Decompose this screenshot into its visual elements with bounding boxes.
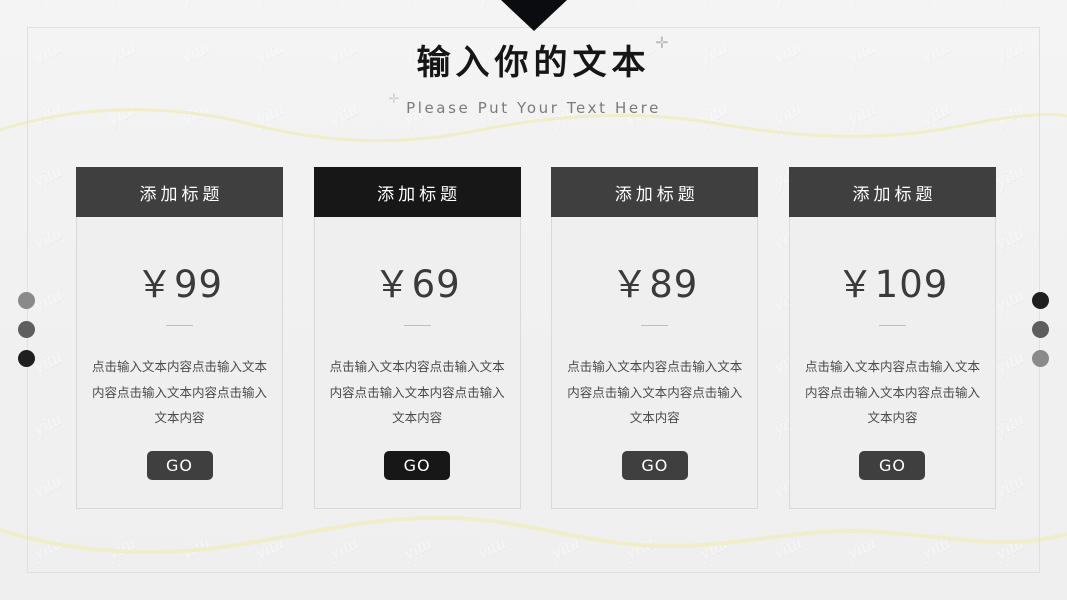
watermark-text: yitu: [327, 0, 362, 7]
watermark-text: yitu: [475, 533, 510, 566]
watermark-text: yitu: [105, 0, 140, 7]
pricing-card: 添加标题 ￥99 点击输入文本内容点击输入文本内容点击输入文本内容点击输入文本内容 G…: [76, 167, 283, 509]
sparkle-icon-top-right: ✛: [655, 33, 669, 52]
heading-block: 输入你的文本 ✛ ✛ Please Put Your Text Here: [0, 33, 1067, 117]
page-title: 输入你的文本 ✛ ✛: [389, 33, 669, 107]
watermark-text: yitu: [993, 347, 1028, 380]
pricing-card-title: 添加标题: [139, 184, 224, 205]
watermark-text: yitu: [919, 0, 954, 7]
watermark-text: yitu: [105, 533, 140, 566]
pricing-card: 添加标题 ￥109 点击输入文本内容点击输入文本内容点击输入文本内容点击输入文本内容…: [788, 167, 996, 509]
watermark-text: yitu: [623, 0, 658, 7]
watermark-text: yitu: [993, 161, 1028, 194]
pricing-card-header: 添加标题: [788, 167, 996, 217]
pricing-card-go-button[interactable]: GO: [859, 450, 926, 480]
watermark-text: yitu: [31, 533, 66, 566]
decoration-dot-right-2: [1032, 321, 1049, 338]
decoration-dot-right-1: [1032, 292, 1049, 309]
pricing-card-header: 添加标题: [313, 167, 521, 217]
watermark-text: yitu: [31, 223, 66, 256]
decoration-dot-right-3: [1032, 350, 1049, 367]
watermark-text: yitu: [993, 595, 1028, 600]
slide-canvas: yitu yitu yitu yitu yitu yitu yitu yitu yitu yitu…: [0, 0, 1067, 600]
watermark-text: yitu: [253, 595, 288, 600]
watermark-text: yitu: [993, 223, 1028, 256]
watermark-text: yitu: [993, 533, 1028, 566]
pricing-card-go-button[interactable]: GO: [621, 450, 688, 480]
pricing-card-description: 点击输入文本内容点击输入文本内容点击输入文本内容点击输入文本内容: [804, 359, 980, 426]
page-title-text: 输入你的文本: [416, 43, 651, 83]
pricing-card-divider: [403, 325, 431, 326]
watermark-text: yitu: [253, 0, 288, 7]
pricing-card-title: 添加标题: [614, 184, 699, 205]
pricing-card-description: 点击输入文本内容点击输入文本内容点击输入文本内容点击输入文本内容: [91, 359, 267, 426]
watermark-text: yitu: [771, 595, 806, 600]
pricing-card-list: 添加标题 ￥99 点击输入文本内容点击输入文本内容点击输入文本内容点击输入文本内容 G…: [76, 167, 996, 509]
sparkle-icon-bottom-left: ✛: [388, 92, 400, 108]
watermark-text: yitu: [549, 595, 584, 600]
pricing-card-price: ￥89: [611, 263, 699, 306]
watermark-text: yitu: [993, 409, 1028, 442]
decoration-dot-left-3: [18, 350, 35, 367]
pricing-card-divider: [878, 325, 906, 326]
pricing-card-go-button[interactable]: GO: [146, 450, 213, 480]
watermark-text: yitu: [31, 347, 66, 380]
pricing-card: 添加标题 ￥69 点击输入文本内容点击输入文本内容点击输入文本内容点击输入文本内容 G…: [313, 167, 521, 509]
pricing-card-header: 添加标题: [551, 167, 759, 217]
watermark-text: yitu: [993, 285, 1028, 318]
watermark-text: yitu: [31, 161, 66, 194]
watermark-text: yitu: [919, 533, 954, 566]
watermark-text: yitu: [549, 533, 584, 566]
watermark-text: yitu: [697, 0, 732, 7]
watermark-text: yitu: [697, 533, 732, 566]
pricing-card-header: 添加标题: [76, 167, 283, 217]
watermark-text: yitu: [31, 0, 66, 7]
side-dots-left: [18, 292, 35, 367]
pricing-card-price: ￥109: [836, 263, 949, 306]
watermark-text: yitu: [31, 471, 66, 504]
pricing-card-divider: [166, 325, 193, 326]
watermark-text: yitu: [31, 595, 66, 600]
watermark-text: yitu: [475, 595, 510, 600]
pricing-card-description: 点击输入文本内容点击输入文本内容点击输入文本内容点击输入文本内容: [567, 359, 743, 426]
pricing-card-price: ￥69: [373, 263, 461, 306]
watermark-text: yitu: [253, 533, 288, 566]
watermark-text: yitu: [845, 0, 880, 7]
watermark-text: yitu: [31, 285, 66, 318]
watermark-text: yitu: [327, 595, 362, 600]
pricing-card-divider: [641, 325, 669, 326]
side-dots-right: [1032, 292, 1049, 367]
watermark-text: yitu: [179, 533, 214, 566]
watermark-text: yitu: [845, 595, 880, 600]
watermark-text: yitu: [697, 595, 732, 600]
wave-decoration-bottom: [0, 515, 1067, 555]
watermark-text: yitu: [845, 533, 880, 566]
pricing-card-title: 添加标题: [852, 184, 937, 205]
watermark-text: yitu: [401, 595, 436, 600]
watermark-text: yitu: [105, 595, 140, 600]
watermark-text: yitu: [623, 533, 658, 566]
watermark-text: yitu: [179, 595, 214, 600]
watermark-text: yitu: [401, 0, 436, 7]
top-triangle-decoration: [500, 0, 567, 31]
pricing-card-description: 点击输入文本内容点击输入文本内容点击输入文本内容点击输入文本内容: [329, 359, 505, 426]
watermark-text: yitu: [31, 409, 66, 442]
watermark-text: yitu: [771, 533, 806, 566]
page-subtitle: Please Put Your Text Here: [406, 98, 661, 117]
watermark-text: yitu: [179, 0, 214, 7]
watermark-text: yitu: [919, 595, 954, 600]
watermark-text: yitu: [993, 471, 1028, 504]
decoration-dot-left-1: [18, 292, 35, 309]
pricing-card: 添加标题 ￥89 点击输入文本内容点击输入文本内容点击输入文本内容点击输入文本内容 G…: [551, 167, 759, 509]
pricing-card-price: ￥99: [135, 263, 224, 306]
watermark-text: yitu: [623, 595, 658, 600]
decoration-dot-left-2: [18, 321, 35, 338]
pricing-card-title: 添加标题: [377, 184, 462, 205]
watermark-text: yitu: [993, 0, 1028, 7]
pricing-card-go-button[interactable]: GO: [384, 450, 451, 480]
watermark-text: yitu: [771, 0, 806, 7]
watermark-text: yitu: [327, 533, 362, 566]
watermark-text: yitu: [401, 533, 436, 566]
